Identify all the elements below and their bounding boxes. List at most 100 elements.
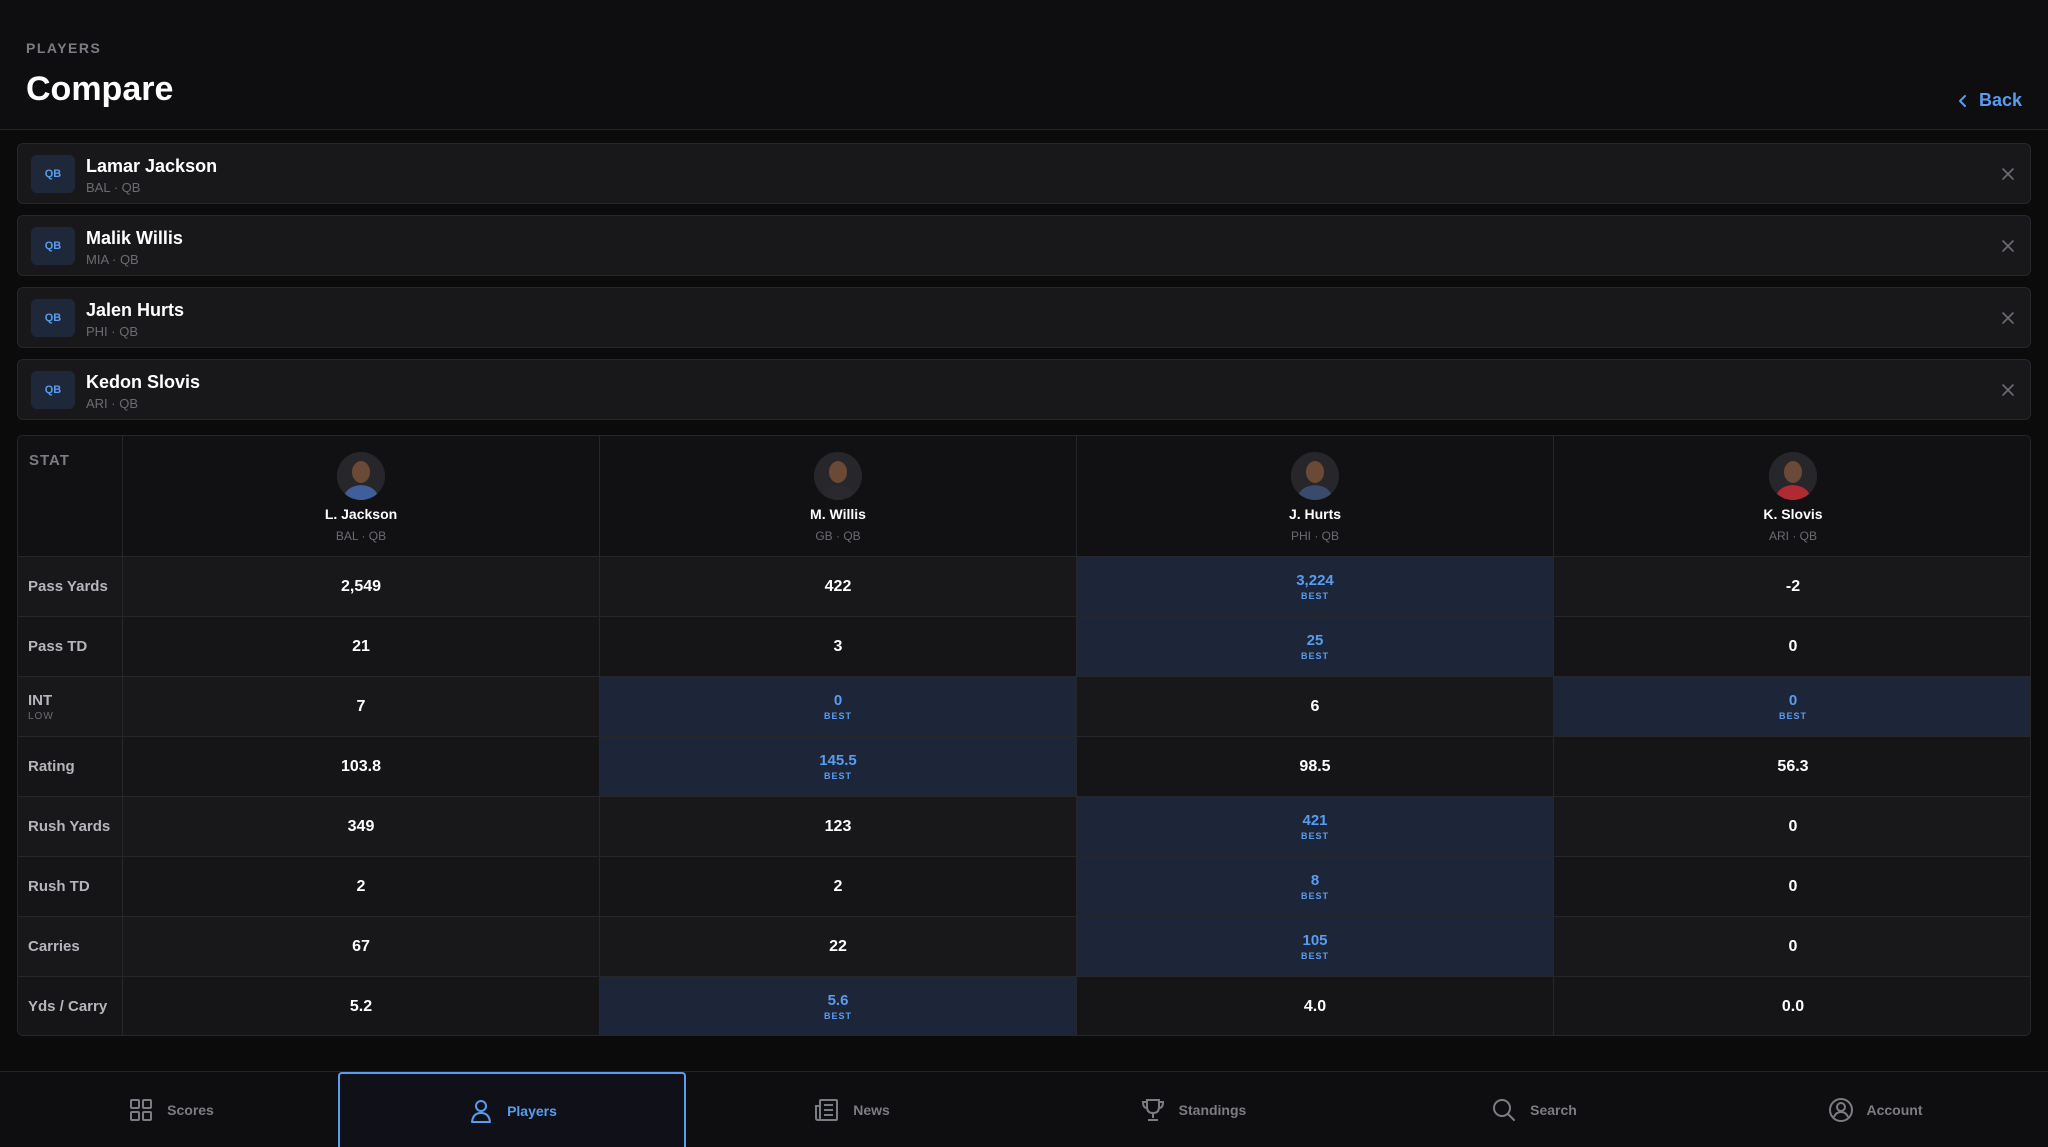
stat-value: 67: [352, 937, 370, 955]
close-icon[interactable]: [2000, 238, 2016, 254]
best-badge: BEST: [823, 1011, 852, 1021]
avatar: [814, 452, 862, 500]
player-team-position: ARI · QB: [86, 396, 139, 411]
selected-players-list: QB Lamar Jackson BAL · QB QB Malik Willi…: [17, 143, 2031, 431]
stat-value: 0: [1788, 817, 1798, 835]
tab-label: Players: [507, 1102, 557, 1119]
chevron-left-icon: [1958, 94, 1966, 107]
section-eyebrow: PLAYERS: [26, 40, 102, 56]
stat-value-cell: 349: [123, 797, 600, 856]
stat-value: 98.5: [1299, 757, 1331, 775]
player-team-position: MIA · QB: [86, 252, 139, 267]
player-name: Jalen Hurts: [86, 300, 185, 320]
player-card[interactable]: QB Jalen Hurts PHI · QB: [17, 287, 2031, 348]
avatar: [1769, 452, 1817, 500]
tab-players[interactable]: Players: [338, 1072, 686, 1147]
stat-value-cell: 2: [123, 857, 600, 916]
stat-value-cell: -2: [1554, 557, 2030, 616]
stat-value-cell: 56.3: [1554, 737, 2030, 796]
stat-value-cell: 105 BEST: [1077, 917, 1554, 976]
stat-value: 5.2: [349, 997, 373, 1015]
stat-value: 103.8: [340, 757, 382, 775]
stat-value: 2: [356, 877, 366, 895]
avatar: [1291, 452, 1339, 500]
stat-value-cell: 422: [600, 557, 1077, 616]
stat-value-cell: 0: [1554, 617, 2030, 676]
stat-value-cell: 67: [123, 917, 600, 976]
player-name: Kedon Slovis: [86, 372, 201, 392]
stat-value: 7: [356, 697, 366, 715]
column-player-name: K. Slovis: [1763, 506, 1823, 522]
bottom-tab-bar: Scores Players News Standings Search Account: [0, 1071, 2048, 1147]
stat-value-cell: 0 BEST: [600, 677, 1077, 736]
position-badge: QB: [31, 299, 75, 337]
stat-value: 123: [824, 817, 852, 835]
tab-standings[interactable]: Standings: [1022, 1072, 1363, 1147]
stat-value-cell: 0: [1554, 917, 2030, 976]
tab-account[interactable]: Account: [1704, 1072, 2045, 1147]
close-icon[interactable]: [2000, 166, 2016, 182]
tab-label: Search: [1530, 1101, 1577, 1118]
tab-news[interactable]: News: [681, 1072, 1022, 1147]
best-badge: BEST: [1300, 891, 1329, 901]
comparison-table: STAT L. Jackson BAL · QB M. Willis GB · QB J…: [17, 435, 2031, 1036]
stat-value-cell: 0.0: [1554, 977, 2030, 1035]
stat-label-cell: INT LOW: [18, 677, 123, 736]
stat-value-cell: 2: [600, 857, 1077, 916]
stat-value: 421: [1302, 812, 1328, 829]
stat-value-cell: 3,224 BEST: [1077, 557, 1554, 616]
stat-value: 2: [833, 877, 843, 895]
stat-value-cell: 6: [1077, 677, 1554, 736]
stat-value: 21: [352, 637, 370, 655]
stat-label-cell: Pass Yards: [18, 557, 123, 616]
stat-value-cell: 0 BEST: [1554, 677, 2030, 736]
column-player-team: GB · QB: [815, 529, 861, 543]
newspaper-icon: [815, 1098, 839, 1121]
column-player-team: PHI · QB: [1290, 529, 1339, 543]
stat-label: Carries: [28, 938, 80, 955]
stat-label: Rush TD: [28, 878, 90, 895]
stat-value: 2,549: [340, 577, 382, 595]
player-card[interactable]: QB Lamar Jackson BAL · QB: [17, 143, 2031, 204]
player-column-header: K. Slovis ARI · QB: [1554, 436, 2030, 556]
tab-search[interactable]: Search: [1363, 1072, 1704, 1147]
stat-value-cell: 421 BEST: [1077, 797, 1554, 856]
table-row: Carries 67 22 105 BEST 0: [18, 916, 2030, 976]
stat-value: 0: [1788, 692, 1798, 709]
player-team-position: BAL · QB: [86, 180, 141, 195]
stat-value-cell: 2,549: [123, 557, 600, 616]
stat-value: 0.0: [1781, 997, 1805, 1015]
stat-value: 5.6: [827, 992, 849, 1009]
player-card[interactable]: QB Malik Willis MIA · QB: [17, 215, 2031, 276]
back-button[interactable]: Back: [1957, 90, 2022, 111]
page-header: PLAYERS Compare Back: [0, 0, 2048, 130]
table-row: Pass TD 21 3 25 BEST 0: [18, 616, 2030, 676]
player-team-position: PHI · QB: [86, 324, 139, 339]
tab-label: News: [853, 1101, 890, 1118]
stat-value: 0: [833, 692, 843, 709]
stat-value-cell: 21: [123, 617, 600, 676]
stat-value: 56.3: [1777, 757, 1809, 775]
stat-value: 25: [1306, 632, 1324, 649]
player-card[interactable]: QB Kedon Slovis ARI · QB: [17, 359, 2031, 420]
stat-value: -2: [1785, 577, 1801, 595]
back-label: Back: [1978, 90, 2022, 110]
stat-label-cell: Carries: [18, 917, 123, 976]
stat-value-cell: 4.0: [1077, 977, 1554, 1035]
close-icon[interactable]: [2000, 310, 2016, 326]
position-badge: QB: [31, 155, 75, 193]
best-badge: BEST: [1300, 951, 1329, 961]
stat-label: Pass TD: [28, 638, 88, 655]
stat-value-cell: 145.5 BEST: [600, 737, 1077, 796]
close-icon[interactable]: [2000, 382, 2016, 398]
stat-label-cell: Pass TD: [18, 617, 123, 676]
table-row: INT LOW 7 0 BEST 6 0 BEST: [18, 676, 2030, 736]
stat-value-cell: 5.2: [123, 977, 600, 1035]
tab-scores[interactable]: Scores: [0, 1072, 341, 1147]
stat-value-cell: 123: [600, 797, 1077, 856]
best-badge: BEST: [823, 711, 852, 721]
stat-value: 22: [829, 937, 847, 955]
stat-value-cell: 22: [600, 917, 1077, 976]
stat-label: Rush Yards: [28, 818, 111, 835]
player-name: Lamar Jackson: [86, 156, 218, 176]
